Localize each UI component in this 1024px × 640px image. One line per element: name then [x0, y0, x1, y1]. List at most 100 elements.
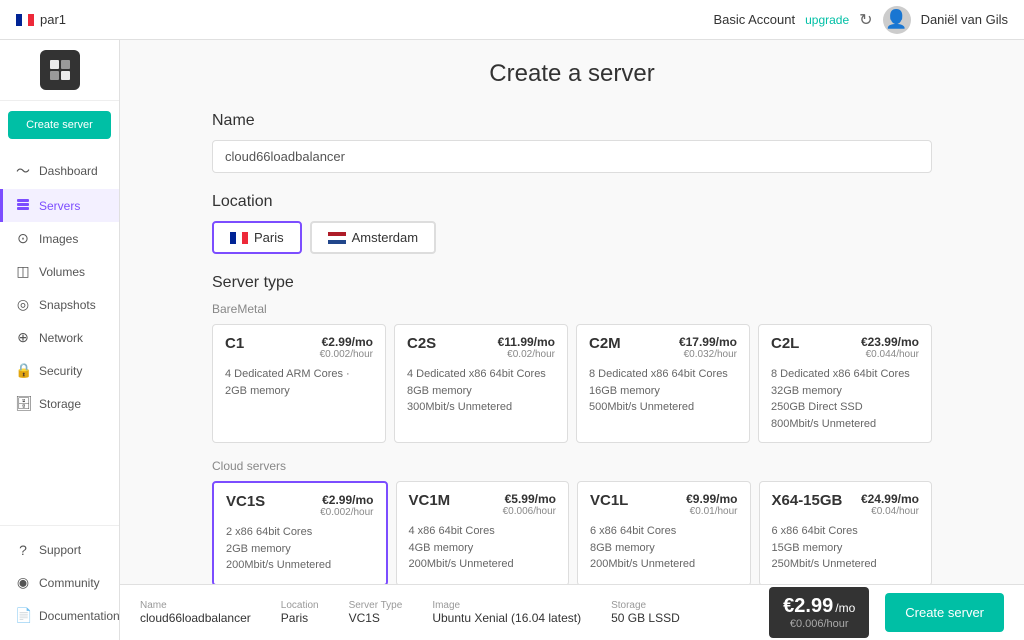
server-price-c2s: €11.99/mo €0.02/hour [498, 335, 555, 360]
sidebar-item-network[interactable]: ⊕ Network [0, 321, 119, 354]
server-card-x64-15gb[interactable]: X64-15GB €24.99/mo €0.04/hour 6 x86 64bi… [759, 481, 933, 586]
server-name-c2l: C2L [771, 335, 799, 352]
refresh-button[interactable]: ↻ [859, 10, 872, 30]
bottom-right: €2.99 /mo €0.006/hour Create server [769, 587, 1004, 638]
server-name-c1: C1 [225, 335, 244, 352]
create-server-sidebar-button[interactable]: Create server [8, 111, 111, 139]
card-header-c1: C1 €2.99/mo €0.002/hour [225, 335, 373, 360]
server-card-vc1l[interactable]: VC1L €9.99/mo €0.01/hour 6 x86 64bit Cor… [577, 481, 751, 586]
top-bar-right: Basic Account upgrade ↻ 👤 Daniël van Gil… [713, 6, 1008, 34]
sidebar-item-images[interactable]: ⊙ Images [0, 222, 119, 255]
card-header-vc1l: VC1L €9.99/mo €0.01/hour [590, 492, 738, 517]
server-name-vc1s: VC1S [226, 493, 265, 510]
create-server-bottom-button[interactable]: Create server [885, 593, 1004, 632]
account-label: Basic Account [713, 12, 795, 27]
server-specs-vc1m: 4 x86 64bit Cores4GB memory200Mbit/s Unm… [409, 523, 557, 573]
network-icon: ⊕ [15, 329, 31, 346]
sidebar-item-label-documentation: Documentation [39, 609, 120, 623]
storage-icon: 🗄 [15, 395, 31, 412]
server-card-c2l[interactable]: C2L €23.99/mo €0.044/hour 8 Dedicated x8… [758, 324, 932, 443]
location-section-label: Location [212, 193, 932, 211]
sidebar-logo [0, 40, 119, 101]
sidebar-item-support[interactable]: ? Support [0, 534, 119, 566]
sidebar-item-documentation[interactable]: 📄 Documentation [0, 599, 119, 632]
sidebar-item-label-support: Support [39, 543, 81, 557]
sidebar-item-storage[interactable]: 🗄 Storage [0, 387, 119, 420]
paris-label: Paris [254, 230, 284, 245]
sidebar-item-label-volumes: Volumes [39, 265, 85, 279]
bottom-name-label: Name [140, 600, 251, 611]
bottom-server-type-value: VC1S [349, 611, 403, 625]
cloud-label: Cloud servers [212, 459, 932, 473]
bottom-bar: Name cloud66loadbalancer Location Paris … [120, 584, 1024, 640]
top-bar: par1 Basic Account upgrade ↻ 👤 Daniël va… [0, 0, 1024, 40]
bottom-image-item: Image Ubuntu Xenial (16.04 latest) [432, 600, 581, 625]
server-price-vc1m: €5.99/mo €0.006/hour [503, 492, 556, 517]
sidebar-item-community[interactable]: ◉ Community [0, 566, 119, 599]
sidebar-item-label-community: Community [39, 576, 100, 590]
card-header-vc1s: VC1S €2.99/mo €0.002/hour [226, 493, 374, 518]
snapshots-icon: ◎ [15, 296, 31, 313]
server-price-c2m: €17.99/mo €0.032/hour [679, 335, 737, 360]
server-name-x64-15gb: X64-15GB [772, 492, 843, 509]
server-specs-x64-15gb: 6 x86 64bit Cores15GB memory250Mbit/s Un… [772, 523, 920, 573]
card-header-vc1m: VC1M €5.99/mo €0.006/hour [409, 492, 557, 517]
server-specs-vc1s: 2 x86 64bit Cores2GB memory200Mbit/s Unm… [226, 524, 374, 574]
region-selector[interactable]: par1 [16, 12, 66, 27]
bottom-name-value: cloud66loadbalancer [140, 611, 251, 625]
server-specs-c2s: 4 Dedicated x86 64bit Cores8GB memory300… [407, 366, 555, 416]
bottom-server-type-item: Server Type VC1S [349, 600, 403, 625]
price-amount: €2.99 [783, 595, 833, 618]
images-icon: ⊙ [15, 230, 31, 247]
price-display: €2.99 /mo €0.006/hour [769, 587, 869, 638]
server-card-c1[interactable]: C1 €2.99/mo €0.002/hour 4 Dedicated ARM … [212, 324, 386, 443]
server-name-c2m: C2M [589, 335, 621, 352]
sidebar-item-security[interactable]: 🔒 Security [0, 354, 119, 387]
sidebar-footer: ? Support ◉ Community 📄 Documentation [0, 525, 119, 640]
server-card-c2m[interactable]: C2M €17.99/mo €0.032/hour 8 Dedicated x8… [576, 324, 750, 443]
sidebar-nav: 〜 Dashboard Servers ⊙ Images ◫ [0, 149, 119, 525]
user-name: Daniël van Gils [921, 12, 1008, 27]
bottom-storage-label: Storage [611, 600, 680, 611]
location-amsterdam-button[interactable]: Amsterdam [310, 221, 436, 254]
name-section-label: Name [212, 112, 932, 130]
upgrade-link[interactable]: upgrade [805, 13, 849, 27]
card-header-x64-15gb: X64-15GB €24.99/mo €0.04/hour [772, 492, 920, 517]
server-card-vc1m[interactable]: VC1M €5.99/mo €0.006/hour 4 x86 64bit Co… [396, 481, 570, 586]
bottom-location-value: Paris [281, 611, 319, 625]
server-specs-c2l: 8 Dedicated x86 64bit Cores32GB memory25… [771, 366, 919, 432]
sidebar-item-label-dashboard: Dashboard [39, 164, 98, 178]
security-icon: 🔒 [15, 362, 31, 379]
server-type-section-label: Server type [212, 274, 932, 292]
sidebar-item-dashboard[interactable]: 〜 Dashboard [0, 153, 119, 189]
server-name-vc1l: VC1L [590, 492, 628, 509]
server-price-vc1l: €9.99/mo €0.01/hour [686, 492, 737, 517]
servers-icon [15, 197, 31, 214]
paris-flag-icon [230, 232, 248, 244]
main-content: Create a server Name Location Paris Amst… [120, 40, 1024, 640]
server-card-vc1s[interactable]: VC1S €2.99/mo €0.002/hour 2 x86 64bit Co… [212, 481, 388, 586]
server-specs-c2m: 8 Dedicated x86 64bit Cores16GB memory50… [589, 366, 737, 416]
sidebar-item-label-network: Network [39, 331, 83, 345]
logo-box [40, 50, 80, 90]
amsterdam-label: Amsterdam [352, 230, 418, 245]
volumes-icon: ◫ [15, 263, 31, 280]
card-header-c2m: C2M €17.99/mo €0.032/hour [589, 335, 737, 360]
sidebar-item-volumes[interactable]: ◫ Volumes [0, 255, 119, 288]
bottom-location-label: Location [281, 600, 319, 611]
card-header-c2s: C2S €11.99/mo €0.02/hour [407, 335, 555, 360]
server-card-c2s[interactable]: C2S €11.99/mo €0.02/hour 4 Dedicated x86… [394, 324, 568, 443]
server-price-x64-15gb: €24.99/mo €0.04/hour [861, 492, 919, 517]
location-paris-button[interactable]: Paris [212, 221, 302, 254]
server-price-c1: €2.99/mo €0.002/hour [320, 335, 373, 360]
sidebar-item-servers[interactable]: Servers [0, 189, 119, 222]
bottom-image-label: Image [432, 600, 581, 611]
server-specs-vc1l: 6 x86 64bit Cores8GB memory200Mbit/s Unm… [590, 523, 738, 573]
sidebar-item-label-images: Images [39, 232, 78, 246]
avatar[interactable]: 👤 [883, 6, 911, 34]
bottom-storage-value: 50 GB LSSD [611, 611, 680, 625]
server-name-input[interactable] [212, 140, 932, 173]
region-name: par1 [40, 12, 66, 27]
sidebar-item-snapshots[interactable]: ◎ Snapshots [0, 288, 119, 321]
bottom-name-item: Name cloud66loadbalancer [140, 600, 251, 625]
